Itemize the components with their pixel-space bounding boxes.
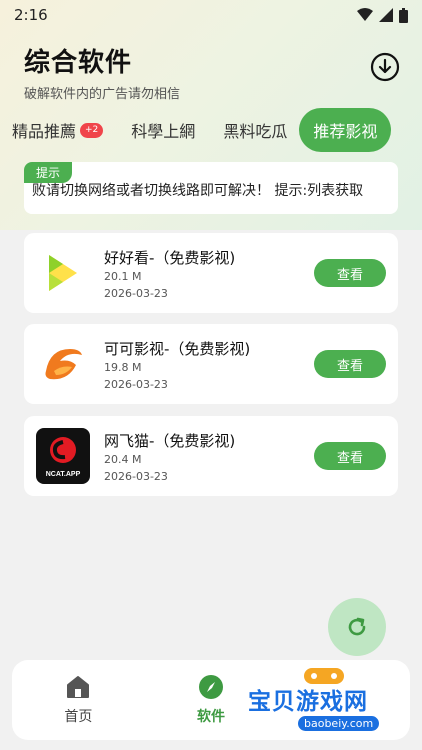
app-card[interactable]: 好好看-（免费影视) 20.1 M 2026-03-23 查看 (24, 233, 398, 313)
ncat-icon-text: NCAT.APP (46, 471, 81, 478)
watermark-text: 宝贝游戏网 (248, 689, 368, 715)
watermark-logo: 宝贝游戏网 baobeiy.com (248, 664, 398, 744)
watermark-url: baobeiy.com (298, 716, 380, 731)
compass-icon (199, 675, 223, 699)
app-date: 2026-03-23 (104, 378, 168, 391)
app-date: 2026-03-23 (104, 287, 168, 300)
app-name: 网飞猫-（免费影视) (104, 432, 236, 450)
haohaokan-icon (36, 245, 90, 301)
view-button[interactable]: 查看 (314, 259, 386, 287)
page-header: 综合软件 破解软件内的广告请勿相信 (24, 42, 180, 102)
category-tabs: 精品推薦 +2 科學上網 黑料吃瓜 推荐影视 (0, 108, 422, 152)
view-button[interactable]: 查看 (314, 350, 386, 378)
status-icons (357, 7, 408, 23)
view-button[interactable]: 查看 (314, 442, 386, 470)
download-button[interactable] (370, 52, 400, 82)
tab-gossip[interactable]: 黑料吃瓜 (223, 118, 287, 142)
wifi-icon (357, 8, 373, 21)
tab-recommended-video[interactable]: 推荐影视 (299, 108, 392, 152)
app-size: 20.1 M (104, 270, 142, 283)
tab-featured[interactable]: 精品推薦 +2 (12, 118, 104, 142)
tab-label: 科學上網 (131, 122, 196, 141)
page-title: 综合软件 (24, 48, 133, 78)
notice-text: 败请切换网络或者切换线路即可解决！ 提示:列表获取 (32, 183, 364, 199)
app-name: 好好看-（免费影视) (104, 249, 236, 267)
nav-software-label: 软件 (197, 709, 225, 725)
tab-label: 黑料吃瓜 (223, 122, 288, 141)
signal-icon (379, 8, 393, 22)
nav-home[interactable]: 首页 (12, 660, 145, 740)
keke-icon (36, 336, 90, 392)
nav-home-label: 首页 (64, 709, 93, 725)
ncat-icon: NCAT.APP (36, 428, 90, 484)
app-date: 2026-03-23 (104, 470, 168, 483)
tab-vpn[interactable]: 科學上網 (131, 118, 195, 142)
refresh-button[interactable] (328, 598, 386, 656)
tab-label: 精品推薦 (12, 122, 77, 141)
battery-icon (399, 7, 408, 23)
status-bar: 2:16 (0, 0, 422, 30)
notice-banner: 提示 败请切换网络或者切换线路即可解决！ 提示:列表获取 (24, 162, 398, 214)
app-name: 可可影视-（免费影视) (104, 340, 251, 358)
page-subtitle: 破解软件内的广告请勿相信 (24, 87, 181, 102)
tab-label: 推荐影视 (313, 122, 378, 141)
refresh-icon (348, 617, 366, 636)
home-icon (67, 676, 90, 698)
download-icon (370, 52, 400, 82)
app-size: 20.4 M (104, 453, 142, 466)
app-card[interactable]: 可可影视-（免费影视) 19.8 M 2026-03-23 查看 (24, 324, 398, 404)
status-time: 2:16 (14, 6, 48, 24)
tab-badge: +2 (80, 122, 104, 138)
app-card[interactable]: NCAT.APP 网飞猫-（免费影视) 20.4 M 2026-03-23 查看 (24, 416, 398, 496)
app-size: 19.8 M (104, 361, 142, 374)
